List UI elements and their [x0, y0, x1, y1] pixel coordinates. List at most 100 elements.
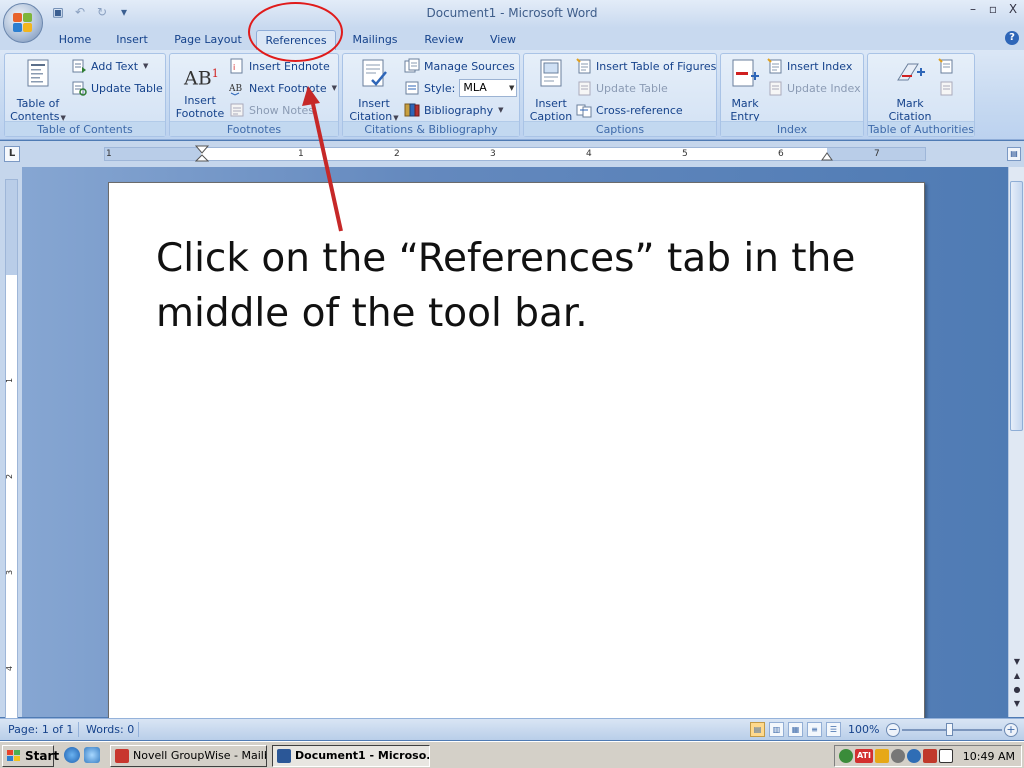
vertical-scrollbar[interactable]: ▼ ▲ ● ▼ — [1008, 167, 1024, 717]
group-label-footnotes: Footnotes — [170, 121, 338, 136]
start-button[interactable]: Start — [2, 745, 59, 767]
system-tray: ATI 10:49 AM — [834, 745, 1022, 767]
ruler-number: 3 — [490, 149, 496, 159]
table-of-contents-button[interactable]: Table of Contents▼ — [9, 58, 67, 125]
ruler-number: 4 — [5, 665, 15, 672]
mark-entry-icon — [732, 59, 759, 87]
zoom-in-button[interactable]: + — [1004, 723, 1018, 737]
next-footnote-button[interactable]: AB Next Footnote ▼ — [229, 79, 337, 97]
svg-text:AB: AB — [229, 84, 242, 94]
task-groupwise[interactable]: Novell GroupWise - Mailbox — [110, 745, 267, 767]
insert-table-of-authorities-icon — [938, 58, 953, 74]
insert-index-button[interactable]: Insert Index — [767, 57, 852, 75]
mark-citation-button[interactable]: Mark Citation — [882, 58, 938, 123]
insert-caption-button[interactable]: Insert Caption — [528, 58, 574, 123]
view-ruler-icon[interactable]: ▤ — [1007, 147, 1021, 161]
vertical-ruler[interactable]: 1 2 3 4 — [0, 167, 22, 719]
window-controls: – ▫ X — [966, 2, 1020, 16]
show-notes-button[interactable]: Show Notes — [229, 101, 314, 119]
ribbon: Table of Contents▼ Add Text ▼ Update Tabl… — [0, 50, 1024, 140]
scroll-down-arrow-icon[interactable]: ▼ — [1009, 657, 1024, 666]
page-count[interactable]: Page: 1 of 1 — [8, 723, 73, 736]
insert-caption-icon — [540, 59, 562, 87]
insert-table-of-figures-icon — [576, 58, 591, 74]
svg-text:i: i — [233, 63, 235, 72]
show-notes-icon — [230, 103, 244, 117]
groupwise-icon — [115, 749, 129, 763]
full-screen-reading-icon[interactable]: ▥ — [769, 722, 784, 737]
next-page-icon[interactable]: ▼ — [1009, 699, 1024, 708]
insert-endnote-icon: i — [230, 58, 243, 74]
ruler-number: 1 — [298, 149, 304, 159]
previous-page-icon[interactable]: ▲ — [1009, 671, 1024, 680]
add-text-icon — [72, 59, 86, 73]
update-table-figures-label: Update Table — [596, 81, 668, 95]
cross-reference-button[interactable]: Cross-reference — [576, 101, 683, 119]
update-icon[interactable] — [907, 749, 921, 763]
horizontal-ruler[interactable]: 1 1 2 3 4 5 6 7 — [104, 145, 926, 162]
ruler-number: 1 — [106, 149, 112, 159]
scrollbar-thumb[interactable] — [1010, 181, 1023, 431]
maximize-button[interactable]: ▫ — [986, 2, 1000, 16]
notification-icon[interactable] — [939, 749, 953, 763]
tab-insert[interactable]: Insert — [108, 32, 156, 50]
volume-icon[interactable] — [891, 749, 905, 763]
word-count[interactable]: Words: 0 — [86, 723, 134, 736]
ruler-number: 3 — [5, 569, 15, 576]
print-layout-view-icon[interactable]: ▤ — [750, 722, 765, 737]
document-body-text[interactable]: Click on the “References” tab in the mid… — [156, 231, 876, 341]
document-page[interactable]: Click on the “References” tab in the mid… — [108, 182, 925, 722]
draft-view-icon[interactable]: ☰ — [826, 722, 841, 737]
ruler-number: 1 — [5, 377, 15, 384]
ruler-number: 2 — [5, 473, 15, 480]
mark-entry-button[interactable]: Mark Entry — [725, 58, 765, 123]
add-text-button[interactable]: Add Text ▼ — [71, 57, 148, 75]
zoom-level[interactable]: 100% — [848, 723, 879, 736]
task-label: Novell GroupWise - Mailbox — [133, 749, 266, 762]
insert-footnote-button[interactable]: AB1 Insert Footnote — [174, 58, 226, 120]
minimize-button[interactable]: – — [966, 2, 980, 16]
ati-icon[interactable]: ATI — [855, 749, 873, 763]
show-desktop-icon[interactable] — [84, 747, 100, 763]
update-table-icon — [72, 81, 87, 96]
ruler-number: 7 — [874, 149, 880, 159]
insert-table-of-figures-button[interactable]: Insert Table of Figures — [576, 57, 716, 75]
indent-marker-icon[interactable] — [195, 145, 209, 165]
network-icon[interactable] — [839, 749, 853, 763]
security-icon[interactable] — [875, 749, 889, 763]
tab-selector-button[interactable]: L — [4, 146, 20, 162]
mark-citation-line1: Mark — [896, 97, 924, 110]
group-label-captions: Captions — [524, 121, 716, 136]
tab-mailings[interactable]: Mailings — [344, 32, 406, 50]
insert-index-icon — [767, 58, 782, 74]
style-dropdown[interactable]: MLA ▼ — [459, 79, 518, 97]
right-indent-marker-icon[interactable] — [821, 152, 833, 162]
zoom-slider-thumb[interactable] — [946, 723, 953, 736]
tab-home[interactable]: Home — [52, 32, 98, 50]
update-table-figures-button[interactable]: Update Table — [576, 79, 668, 97]
outline-view-icon[interactable]: ≡ — [807, 722, 822, 737]
zoom-out-button[interactable]: − — [886, 723, 900, 737]
ribbon-tab-row: Home Insert Page Layout References Maili… — [0, 28, 1024, 51]
manage-sources-button[interactable]: Manage Sources — [404, 57, 515, 75]
antivirus-icon[interactable] — [923, 749, 937, 763]
next-footnote-icon: AB — [229, 84, 242, 96]
update-index-button[interactable]: Update Index — [767, 79, 861, 97]
tab-review[interactable]: Review — [418, 32, 470, 50]
select-browse-object-icon[interactable]: ● — [1009, 685, 1024, 694]
tab-page-layout[interactable]: Page Layout — [168, 32, 248, 50]
office-button[interactable] — [3, 3, 43, 43]
web-layout-icon[interactable]: ▦ — [788, 722, 803, 737]
bibliography-button[interactable]: Bibliography ▼ — [404, 101, 504, 119]
insert-citation-button[interactable]: Insert Citation▼ — [347, 58, 401, 125]
update-table-of-authorities-button[interactable] — [938, 79, 954, 97]
close-button[interactable]: X — [1006, 2, 1020, 16]
update-table-button[interactable]: Update Table — [71, 79, 163, 97]
table-of-contents-icon — [27, 59, 49, 87]
help-icon[interactable]: ? — [1005, 31, 1019, 45]
insert-table-of-authorities-button[interactable] — [938, 57, 954, 75]
bibliography-label: Bibliography — [424, 103, 494, 117]
internet-explorer-icon[interactable] — [64, 747, 80, 763]
tab-view[interactable]: View — [482, 32, 524, 50]
task-word-document[interactable]: Document1 - Microso... — [272, 745, 430, 767]
